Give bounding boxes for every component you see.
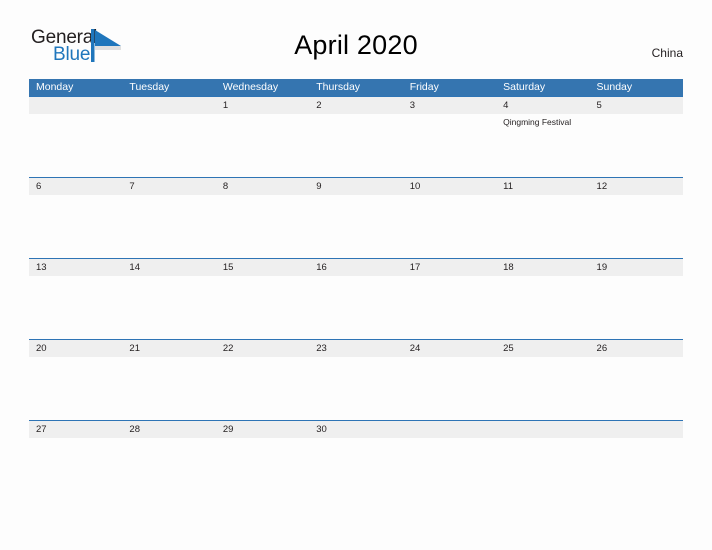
day-number[interactable]: 13 (29, 259, 122, 276)
day-cell[interactable] (216, 276, 309, 339)
page-title: April 2020 (294, 30, 418, 60)
week-date-band: 27 28 29 30 (29, 421, 683, 438)
day-cell[interactable] (496, 276, 589, 339)
page-header: General Blue April 2020 China (0, 0, 712, 64)
day-number[interactable]: 15 (216, 259, 309, 276)
day-number[interactable]: 11 (496, 178, 589, 195)
weekday-header-tuesday: Tuesday (129, 81, 170, 93)
day-number[interactable] (403, 421, 496, 438)
week-row: 1 2 3 4 5 Qingming Festival (29, 96, 683, 177)
day-number[interactable]: 16 (309, 259, 402, 276)
day-number[interactable]: 8 (216, 178, 309, 195)
weekday-header-sunday: Sunday (596, 81, 633, 93)
day-number[interactable]: 25 (496, 340, 589, 357)
day-number[interactable]: 30 (309, 421, 402, 438)
day-cell[interactable] (122, 114, 215, 177)
week-date-band: 13 14 15 16 17 18 19 (29, 259, 683, 276)
day-cell[interactable] (590, 438, 683, 483)
day-number[interactable]: 17 (403, 259, 496, 276)
day-cell[interactable] (590, 195, 683, 258)
day-number[interactable]: 6 (29, 178, 122, 195)
week-date-band: 1 2 3 4 5 (29, 97, 683, 114)
day-number[interactable]: 7 (122, 178, 215, 195)
day-cell[interactable]: Qingming Festival (496, 114, 589, 177)
day-cell[interactable] (403, 195, 496, 258)
weekday-header-monday: Monday (36, 81, 74, 93)
week-content-band: Qingming Festival (29, 114, 683, 177)
day-cell[interactable] (309, 357, 402, 420)
day-number[interactable]: 28 (122, 421, 215, 438)
day-cell[interactable] (590, 357, 683, 420)
weekday-header-saturday: Saturday (503, 81, 546, 93)
day-cell[interactable] (403, 276, 496, 339)
day-number[interactable]: 23 (309, 340, 402, 357)
day-cell[interactable] (122, 276, 215, 339)
day-number[interactable] (496, 421, 589, 438)
day-number[interactable]: 19 (590, 259, 683, 276)
day-number[interactable]: 24 (403, 340, 496, 357)
day-number[interactable]: 4 (496, 97, 589, 114)
calendar-grid: Monday Tuesday Wednesday Thursday Friday… (29, 79, 683, 483)
day-cell[interactable] (216, 195, 309, 258)
week-content-band (29, 276, 683, 339)
day-number[interactable]: 26 (590, 340, 683, 357)
day-cell[interactable] (29, 276, 122, 339)
day-number[interactable]: 14 (122, 259, 215, 276)
day-cell[interactable] (309, 276, 402, 339)
day-cell[interactable] (590, 276, 683, 339)
day-number[interactable] (590, 421, 683, 438)
week-content-band (29, 357, 683, 420)
day-cell[interactable] (309, 195, 402, 258)
day-number[interactable]: 9 (309, 178, 402, 195)
day-number[interactable]: 29 (216, 421, 309, 438)
week-row: 27 28 29 30 (29, 420, 683, 483)
weekday-header-wednesday: Wednesday (222, 81, 279, 93)
day-number[interactable]: 18 (496, 259, 589, 276)
weekday-header-thursday: Thursday (316, 81, 361, 93)
weekday-header-friday: Friday (409, 81, 439, 93)
day-cell[interactable] (122, 357, 215, 420)
week-date-band: 6 7 8 9 10 11 12 (29, 178, 683, 195)
day-cell[interactable] (496, 438, 589, 483)
day-cell[interactable] (122, 195, 215, 258)
calendar-page: General Blue April 2020 China Monday Tue… (0, 0, 712, 550)
day-cell[interactable] (122, 438, 215, 483)
day-cell[interactable] (29, 438, 122, 483)
day-cell[interactable] (29, 195, 122, 258)
day-cell[interactable] (590, 114, 683, 177)
day-cell[interactable] (403, 114, 496, 177)
day-cell[interactable] (309, 114, 402, 177)
week-date-band: 20 21 22 23 24 25 26 (29, 340, 683, 357)
day-cell[interactable] (29, 114, 122, 177)
week-row: 6 7 8 9 10 11 12 (29, 177, 683, 258)
day-number[interactable]: 21 (122, 340, 215, 357)
week-row: 13 14 15 16 17 18 19 (29, 258, 683, 339)
holiday-event: Qingming Festival (503, 117, 572, 127)
week-content-band (29, 195, 683, 258)
day-number[interactable]: 22 (216, 340, 309, 357)
day-number[interactable]: 5 (590, 97, 683, 114)
day-cell[interactable] (216, 114, 309, 177)
day-cell[interactable] (216, 357, 309, 420)
day-cell[interactable] (29, 357, 122, 420)
week-row: 20 21 22 23 24 25 26 (29, 339, 683, 420)
day-number[interactable] (29, 97, 122, 114)
day-cell[interactable] (403, 357, 496, 420)
day-number[interactable]: 2 (309, 97, 402, 114)
day-cell[interactable] (216, 438, 309, 483)
day-number[interactable]: 27 (29, 421, 122, 438)
day-number[interactable] (122, 97, 215, 114)
weekday-header-row: Monday Tuesday Wednesday Thursday Friday… (29, 79, 683, 96)
day-number[interactable]: 20 (29, 340, 122, 357)
day-cell[interactable] (496, 357, 589, 420)
day-cell[interactable] (496, 195, 589, 258)
day-number[interactable]: 3 (403, 97, 496, 114)
day-number[interactable]: 10 (403, 178, 496, 195)
day-cell[interactable] (403, 438, 496, 483)
day-number[interactable]: 1 (216, 97, 309, 114)
day-cell[interactable] (309, 438, 402, 483)
day-number[interactable]: 12 (590, 178, 683, 195)
country-label: China (651, 46, 683, 60)
week-content-band (29, 438, 683, 483)
